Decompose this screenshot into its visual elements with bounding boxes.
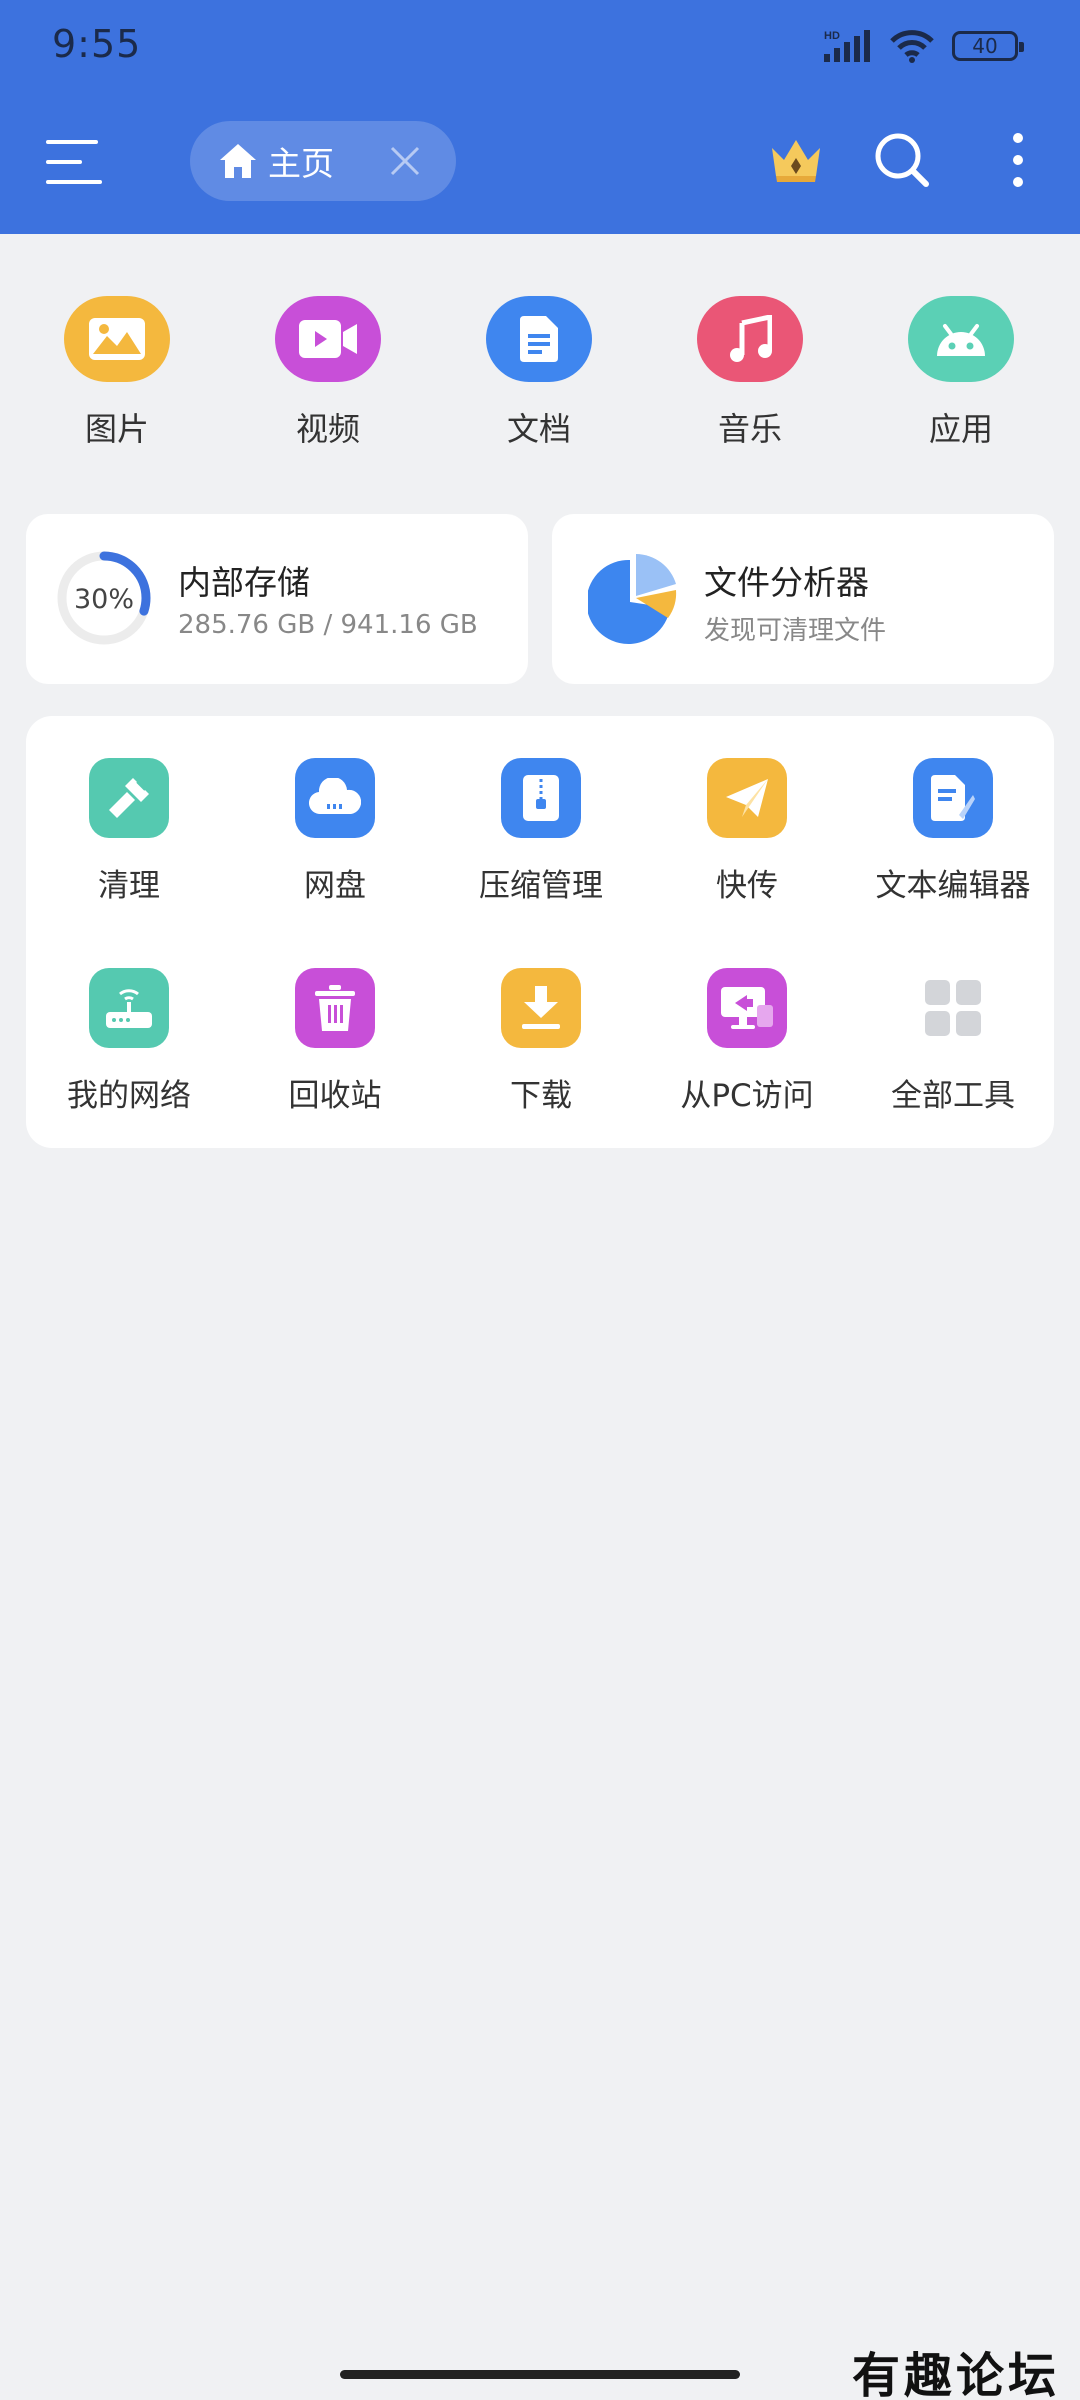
router-icon — [106, 989, 152, 1028]
tool-label: 下载 — [510, 1078, 572, 1114]
battery-indicator: 40 — [952, 31, 1024, 61]
home-indicator[interactable] — [340, 2370, 740, 2379]
tool-all-tools[interactable]: 全部工具 — [850, 968, 1056, 1115]
music-icon — [730, 315, 772, 362]
storage-percent-label: 30% — [74, 584, 134, 615]
zip-icon — [523, 775, 559, 821]
category-videos[interactable]: 视频 — [273, 296, 383, 450]
tool-label: 我的网络 — [67, 1078, 191, 1114]
tool-cloud-drive[interactable]: 网盘 — [232, 758, 438, 905]
image-icon — [89, 318, 145, 360]
category-label: 应用 — [928, 410, 993, 448]
file-analyzer-card[interactable]: 文件分析器 发现可清理文件 — [552, 514, 1054, 684]
analyzer-title: 文件分析器 — [704, 563, 869, 602]
tools-panel: 清理 网盘 压缩管理 快传 文本编辑器 我的网络 回收站 下载 从PC访问 全部… — [26, 716, 1054, 1148]
document-icon — [520, 316, 558, 362]
analyzer-subtitle: 发现可清理文件 — [704, 616, 887, 646]
storage-usage-ring: 30% — [57, 551, 151, 645]
category-label: 图片 — [84, 410, 149, 448]
tool-quick-send[interactable]: 快传 — [644, 758, 850, 905]
app-header: 9:55 HD 40 主页 — [0, 0, 1080, 234]
category-label: 视频 — [295, 410, 360, 448]
menu-icon — [46, 140, 98, 144]
tool-download[interactable]: 下载 — [438, 968, 644, 1115]
home-tab[interactable]: 主页 — [190, 121, 456, 201]
tool-label: 文本编辑器 — [875, 868, 1031, 904]
cloud-icon — [309, 778, 361, 815]
tool-label: 网盘 — [304, 868, 366, 904]
network-type-label: HD — [824, 30, 840, 42]
category-label: 文档 — [506, 410, 571, 448]
category-music[interactable]: 音乐 — [695, 296, 805, 450]
grid-icon — [925, 980, 981, 1036]
tool-label: 压缩管理 — [479, 868, 603, 904]
storage-title: 内部存储 — [178, 563, 310, 602]
internal-storage-card[interactable]: 30% 内部存储 285.76 GB / 941.16 GB — [26, 514, 528, 684]
android-icon — [937, 324, 985, 356]
download-icon — [522, 986, 560, 1029]
search-icon[interactable] — [872, 130, 932, 190]
video-icon — [299, 320, 357, 358]
send-icon — [726, 779, 768, 817]
close-icon[interactable] — [388, 144, 422, 178]
storage-usage-text: 285.76 GB / 941.16 GB — [178, 610, 478, 640]
tool-clean[interactable]: 清理 — [26, 758, 232, 905]
tool-text-editor[interactable]: 文本编辑器 — [850, 758, 1056, 905]
signal-icon: HD — [824, 30, 870, 62]
category-documents[interactable]: 文档 — [484, 296, 594, 450]
watermark: 有趣论坛 — [851, 2348, 1060, 2400]
tool-label: 回收站 — [288, 1078, 382, 1114]
tool-label: 快传 — [716, 868, 778, 904]
trash-icon — [315, 985, 355, 1031]
status-icons: HD 40 — [822, 26, 1024, 66]
wifi-icon — [890, 30, 934, 63]
tool-label: 清理 — [98, 868, 160, 904]
more-vert-icon[interactable] — [988, 130, 1048, 190]
category-icon-bg — [64, 296, 170, 382]
tool-label: 全部工具 — [891, 1078, 1015, 1114]
category-apps[interactable]: 应用 — [906, 296, 1016, 450]
broom-icon — [109, 778, 149, 818]
text-edit-icon — [931, 775, 975, 821]
category-images[interactable]: 图片 — [62, 296, 172, 450]
menu-button[interactable] — [46, 140, 102, 184]
home-tab-label: 主页 — [268, 144, 334, 183]
pc-access-icon — [721, 987, 773, 1029]
category-label: 音乐 — [717, 410, 782, 448]
pie-chart-icon — [588, 554, 677, 644]
status-time: 9:55 — [52, 22, 142, 66]
tool-label: 从PC访问 — [680, 1078, 814, 1114]
home-icon — [220, 144, 256, 178]
tool-pc-access[interactable]: 从PC访问 — [644, 968, 850, 1115]
tool-zip-manager[interactable]: 压缩管理 — [438, 758, 644, 905]
crown-icon[interactable] — [766, 130, 826, 190]
tool-recycle-bin[interactable]: 回收站 — [232, 968, 438, 1115]
tool-my-network[interactable]: 我的网络 — [26, 968, 232, 1115]
